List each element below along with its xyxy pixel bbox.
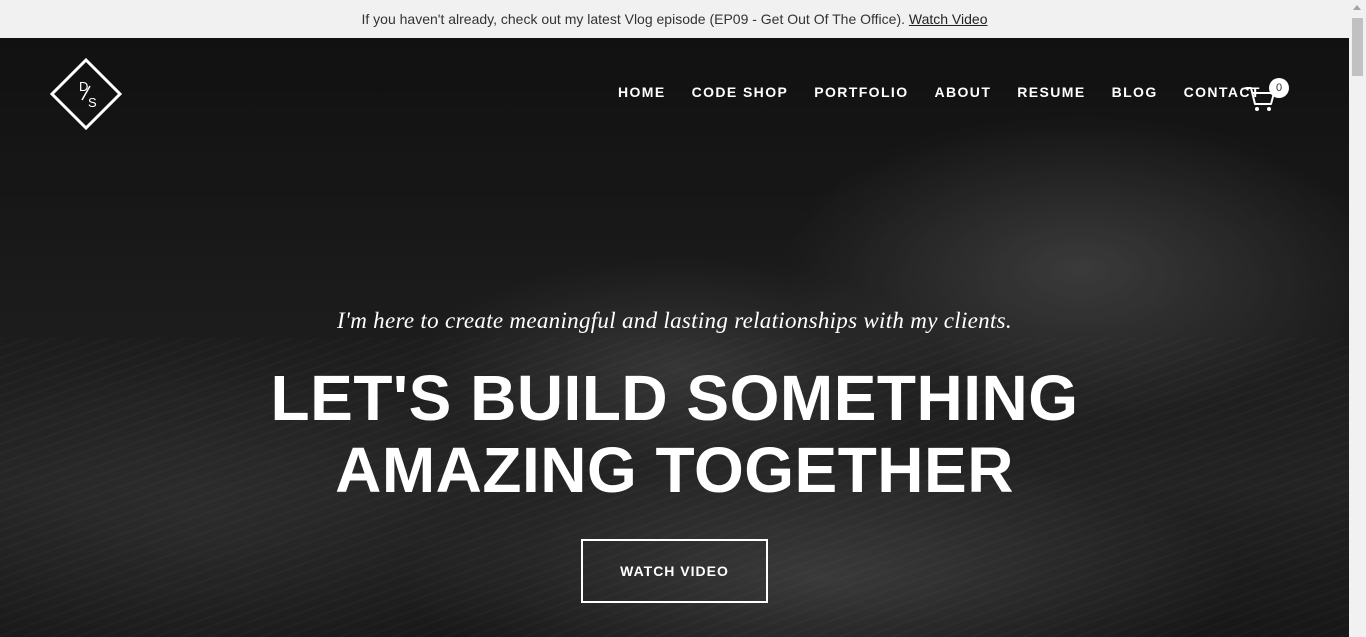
- nav-item-home[interactable]: HOME: [618, 84, 666, 100]
- page: If you haven't already, check out my lat…: [0, 0, 1366, 637]
- nav-item-portfolio[interactable]: PORTFOLIO: [814, 84, 908, 100]
- announcement-text: If you haven't already, check out my lat…: [361, 11, 906, 27]
- announcement-bar: If you haven't already, check out my lat…: [0, 0, 1349, 38]
- site-logo[interactable]: D S: [49, 57, 123, 131]
- watch-video-link[interactable]: Watch Video: [909, 11, 988, 27]
- scroll-up-arrow-icon[interactable]: [1353, 5, 1361, 10]
- diamond-logo-icon: D S: [49, 57, 123, 131]
- nav-item-blog[interactable]: BLOG: [1112, 84, 1158, 100]
- cart-count-badge: 0: [1269, 78, 1289, 98]
- hero-tagline: I'm here to create meaningful and lastin…: [337, 308, 1012, 333]
- scrollbar-thumb[interactable]: [1352, 18, 1363, 76]
- nav-item-resume[interactable]: RESUME: [1017, 84, 1085, 100]
- main-nav: HOME CODE SHOP PORTFOLIO ABOUT RESUME BL…: [618, 84, 1261, 100]
- hero-headline-line-2: AMAZING TOGETHER: [335, 434, 1014, 506]
- scrollbar[interactable]: [1349, 0, 1366, 637]
- cart-button[interactable]: 0: [1244, 76, 1292, 111]
- logo-letter-s: S: [88, 95, 97, 110]
- nav-item-about[interactable]: ABOUT: [935, 84, 992, 100]
- hero-headline-line-1: LET'S BUILD SOMETHING: [270, 362, 1079, 434]
- hero-headline: LET'S BUILD SOMETHING AMAZING TOGETHER: [0, 362, 1349, 506]
- hero-section: D S HOME CODE SHOP PORTFOLIO ABOUT RESUM…: [0, 38, 1349, 637]
- nav-item-code-shop[interactable]: CODE SHOP: [692, 84, 789, 100]
- watch-video-button[interactable]: WATCH VIDEO: [581, 539, 768, 603]
